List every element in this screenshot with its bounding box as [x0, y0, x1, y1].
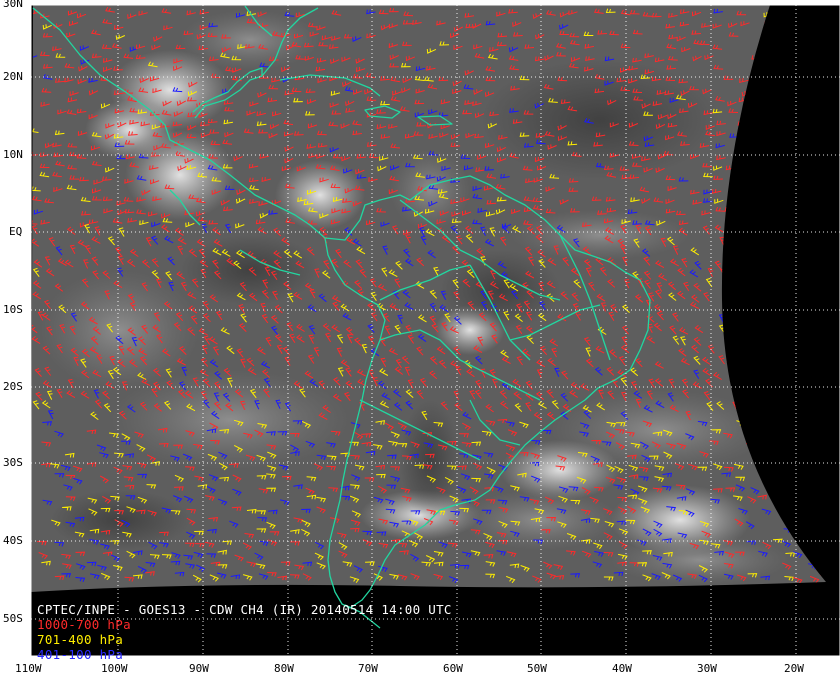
- lon-label: 110W: [15, 662, 42, 675]
- lon-label: 70W: [358, 662, 378, 675]
- lat-label: 20S: [3, 380, 23, 393]
- legend-low-level: 1000-700 hPa: [37, 617, 131, 632]
- legend-mid-level: 701-400 hPa: [37, 632, 124, 647]
- map-title: CPTEC/INPE - GOES13 - CDW CH4 (IR) 20140…: [37, 602, 452, 617]
- lat-label: 50S: [3, 612, 23, 625]
- lon-label: 20W: [784, 662, 804, 675]
- lat-label: 10N: [3, 148, 23, 161]
- satellite-map: [30, 4, 840, 657]
- lat-label: EQ: [9, 225, 23, 238]
- lat-label: 30S: [3, 456, 23, 469]
- lon-label: 60W: [443, 662, 463, 675]
- legend-high-level: 401-100 hPa: [37, 647, 124, 662]
- lon-label: 90W: [189, 662, 209, 675]
- lat-label: 40S: [3, 534, 23, 547]
- lat-label: 20N: [3, 70, 23, 83]
- lat-label: 30N: [3, 0, 23, 10]
- lon-label: 30W: [697, 662, 717, 675]
- lon-label: 100W: [101, 662, 128, 675]
- lon-label: 80W: [274, 662, 294, 675]
- lon-label: 40W: [612, 662, 632, 675]
- satellite-map-frame: 30N 20N 10N EQ 10S 20S 30S 40S 50S 110W …: [0, 0, 840, 680]
- lat-label: 10S: [3, 303, 23, 316]
- lon-label: 50W: [527, 662, 547, 675]
- map-caption: CPTEC/INPE - GOES13 - CDW CH4 (IR) 20140…: [37, 602, 452, 662]
